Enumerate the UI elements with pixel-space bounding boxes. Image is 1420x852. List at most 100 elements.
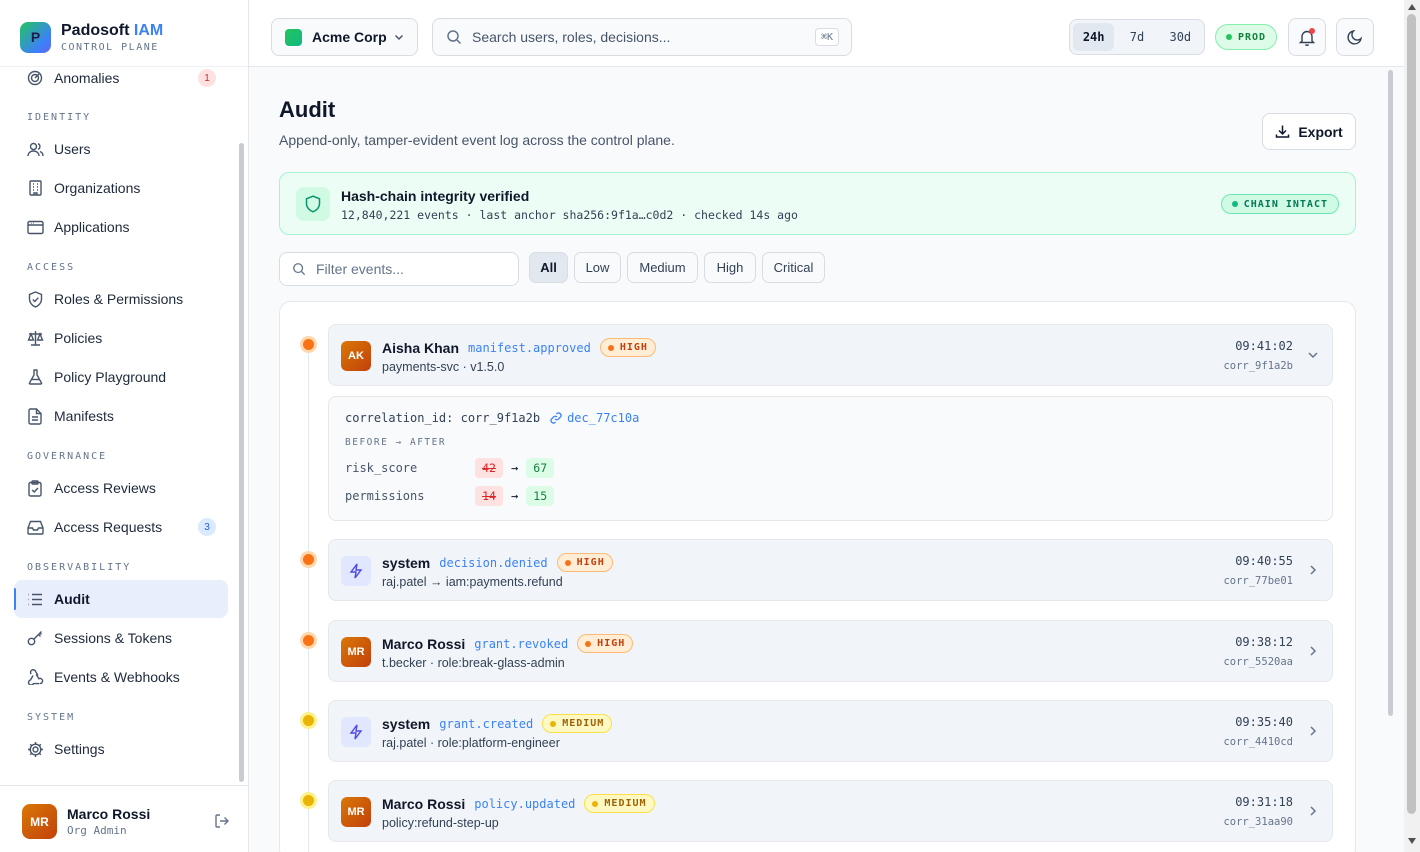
scale-icon <box>26 329 44 347</box>
content-scrollbar[interactable] <box>1388 70 1393 716</box>
sidebar-item-applications[interactable]: Applications <box>14 208 228 246</box>
diff-heading: BEFORE → AFTER <box>345 437 447 448</box>
theme-toggle-button[interactable] <box>1336 18 1374 56</box>
range-24h-button[interactable]: 24h <box>1073 23 1115 51</box>
diff-row: permissions 14 → 15 <box>345 486 555 506</box>
severity-badge: MEDIUM <box>542 714 613 733</box>
severity-filter-critical[interactable]: Critical <box>762 252 825 283</box>
sidebar-nav: Anomalies 1 IDENTITY Users Organizations… <box>14 66 229 783</box>
event-row[interactable]: MR Marco Rossi policy.updated MEDIUM pol… <box>328 780 1333 842</box>
range-30d-button[interactable]: 30d <box>1160 23 1201 51</box>
sidebar-item-events[interactable]: Events & Webhooks <box>14 658 228 696</box>
event-details: correlation_id: corr_9f1a2b dec_77c10a B… <box>328 396 1333 521</box>
window-scrollbar[interactable] <box>1404 0 1420 852</box>
severity-filter-all[interactable]: All <box>529 252 568 283</box>
event-filter[interactable] <box>279 252 519 286</box>
event-timeline: AK Aisha Khan manifest.approved HIGH pay… <box>279 301 1356 852</box>
chevron-right-icon[interactable] <box>1306 804 1320 818</box>
sidebar-item-policies[interactable]: Policies <box>14 319 228 357</box>
timeline-dot <box>303 339 314 350</box>
moon-icon <box>1347 29 1363 45</box>
user-profile: MR Marco Rossi Org Admin <box>0 785 248 852</box>
sidebar-item-users[interactable]: Users <box>14 130 228 168</box>
section-system: SYSTEM <box>27 712 76 723</box>
timeline-dot <box>303 635 314 646</box>
sidebar-item-access-reviews[interactable]: Access Reviews <box>14 469 228 507</box>
sidebar-item-organizations[interactable]: Organizations <box>14 169 228 207</box>
chevron-right-icon[interactable] <box>1306 563 1320 577</box>
sidebar-item-audit[interactable]: Audit <box>14 580 228 618</box>
severity-filter-low[interactable]: Low <box>574 252 621 283</box>
sidebar-scrollbar[interactable] <box>239 143 244 782</box>
link-icon <box>550 412 562 424</box>
event-action: grant.created <box>439 716 534 731</box>
app-window-icon <box>26 218 44 236</box>
diff-before: 14 <box>475 486 503 506</box>
severity-filter-high[interactable]: High <box>704 252 756 283</box>
event-row[interactable]: MR Marco Rossi grant.revoked HIGH t.beck… <box>328 620 1333 682</box>
list-icon <box>26 590 44 608</box>
org-switcher[interactable]: Acme Corp <box>271 18 418 56</box>
event-time: 09:31:18 <box>1235 795 1293 809</box>
severity-filter-medium[interactable]: Medium <box>627 252 698 283</box>
brand-name: Padosoft IAM <box>61 21 164 39</box>
notifications-button[interactable] <box>1288 18 1326 56</box>
sidebar-item-playground[interactable]: Policy Playground <box>14 358 228 396</box>
scroll-down-icon[interactable] <box>1408 838 1416 844</box>
lightning-icon <box>341 556 371 586</box>
section-observability: OBSERVABILITY <box>27 562 132 573</box>
timeline-dot <box>303 795 314 806</box>
event-correlation: corr_9f1a2b <box>1223 360 1293 372</box>
filter-input[interactable] <box>316 261 506 277</box>
event-time: 09:35:40 <box>1235 715 1293 729</box>
event-correlation: corr_77be01 <box>1223 575 1293 587</box>
event-row[interactable]: system decision.denied HIGH raj.patel → … <box>328 539 1333 601</box>
timeline-line <box>308 344 309 852</box>
chevron-down-icon <box>393 31 405 43</box>
brand[interactable]: P Padosoft IAM CONTROL PLANE <box>20 20 163 54</box>
event-actor: Marco Rossi <box>382 635 466 652</box>
page-title: Audit <box>279 97 336 122</box>
section-governance: GOVERNANCE <box>27 451 108 462</box>
arrow-right-icon: → <box>511 489 519 503</box>
chain-status-badge: CHAIN INTACT <box>1220 194 1339 214</box>
export-button[interactable]: Export <box>1262 113 1356 150</box>
sidebar-item-manifests[interactable]: Manifests <box>14 397 228 435</box>
severity-badge: HIGH <box>556 553 613 572</box>
sidebar-item-settings[interactable]: Settings <box>14 730 228 768</box>
global-search[interactable]: ⌘K <box>432 18 852 56</box>
notification-dot <box>1309 28 1315 34</box>
chevron-right-icon[interactable] <box>1306 724 1320 738</box>
event-action: manifest.approved <box>468 340 591 355</box>
decision-link[interactable]: dec_77c10a <box>550 411 639 425</box>
event-row[interactable]: system grant.created MEDIUM raj.patel · … <box>328 700 1333 762</box>
chevron-right-icon[interactable] <box>1306 644 1320 658</box>
chevron-down-icon[interactable] <box>1306 348 1320 362</box>
key-icon <box>26 629 44 647</box>
sidebar-item-access-requests[interactable]: Access Requests 3 <box>14 508 228 546</box>
search-input[interactable] <box>472 29 792 45</box>
section-access: ACCESS <box>27 262 76 273</box>
logout-icon[interactable] <box>214 813 232 831</box>
avatar: AK <box>341 341 371 371</box>
user-role: Org Admin <box>67 824 127 837</box>
sidebar-item-anomalies[interactable]: Anomalies 1 <box>14 66 228 97</box>
diff-before: 42 <box>475 458 503 478</box>
users-icon <box>26 140 44 158</box>
avatar[interactable]: MR <box>22 804 57 839</box>
event-target: policy:refund-step-up <box>382 816 499 830</box>
event-action: grant.revoked <box>474 636 569 651</box>
window-scrollbar-thumb[interactable] <box>1407 14 1416 814</box>
event-row[interactable]: AK Aisha Khan manifest.approved HIGH pay… <box>328 324 1333 386</box>
timeline-dot <box>303 715 314 726</box>
severity-badge: HIGH <box>599 338 656 357</box>
sidebar-item-roles[interactable]: Roles & Permissions <box>14 280 228 318</box>
event-actor: Aisha Khan <box>382 339 460 356</box>
brand-subtitle: CONTROL PLANE <box>61 41 159 53</box>
range-7d-button[interactable]: 7d <box>1116 23 1157 51</box>
event-action: decision.denied <box>439 555 548 570</box>
environment-badge[interactable]: PROD <box>1215 24 1278 50</box>
shield-icon <box>296 187 330 221</box>
scroll-up-icon[interactable] <box>1408 4 1416 10</box>
sidebar-item-sessions[interactable]: Sessions & Tokens <box>14 619 228 657</box>
